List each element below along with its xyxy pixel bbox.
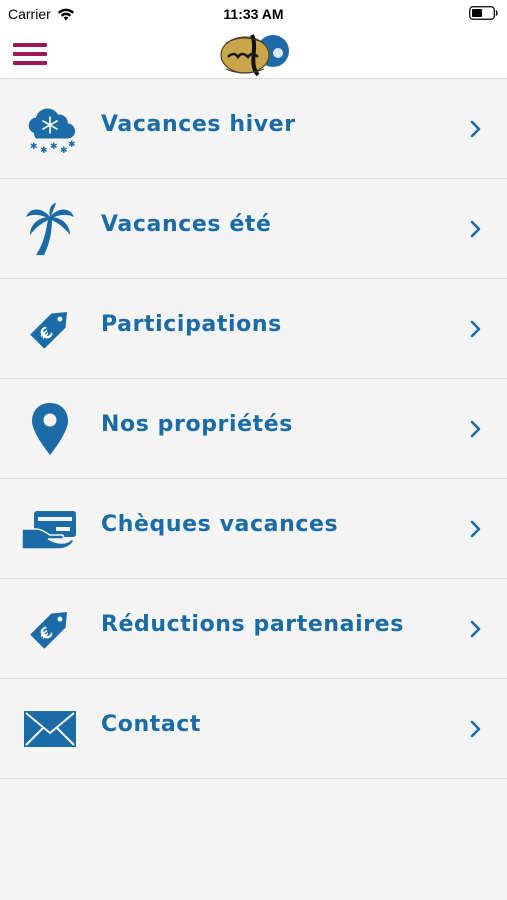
svg-text:✱: ✱ [68,140,76,150]
hamburger-line [13,52,47,56]
menu-item-vacances-hiver[interactable]: ✱ ✱ ✱ ✱ ✱ Vacances hiver [0,79,507,179]
menu-item-nos-proprietes[interactable]: Nos propriétés [0,379,507,479]
palm-tree-icon [22,201,78,257]
status-time: 11:33 AM [223,6,284,22]
menu-item-label: Chèques vacances [101,512,339,537]
battery-icon [469,6,499,23]
chevron-right-icon [470,120,481,138]
chevron-right-icon [470,320,481,338]
snow-cloud-icon: ✱ ✱ ✱ ✱ ✱ [22,101,78,157]
euro-tag-icon: € [22,601,78,657]
chevron-right-icon [470,420,481,438]
hamburger-line [13,61,47,65]
menu-item-label: Contact [101,712,202,737]
card-hand-icon [22,501,78,557]
menu-item-reductions-partenaires[interactable]: € Réductions partenaires [0,579,507,679]
hamburger-menu-button[interactable] [13,39,49,67]
status-bar: Carrier 11:33 AM [0,0,507,28]
menu-item-participations[interactable]: € Participations [0,279,507,379]
svg-text:✱: ✱ [50,142,58,152]
svg-text:✱: ✱ [30,142,38,152]
cce-logo [220,34,289,77]
svg-text:✱: ✱ [60,146,68,155]
hamburger-line [13,43,47,47]
menu-item-label: Participations [101,312,282,337]
envelope-icon [22,701,78,757]
menu-list: ✱ ✱ ✱ ✱ ✱ Vacances hiver Vacances été € … [0,79,507,779]
menu-item-label: Vacances été [101,212,272,237]
menu-item-contact[interactable]: Contact [0,679,507,779]
euro-tag-icon: € [22,301,78,357]
chevron-right-icon [470,720,481,738]
menu-item-label: Vacances hiver [101,112,296,137]
chevron-right-icon [470,620,481,638]
menu-item-cheques-vacances[interactable]: Chèques vacances [0,479,507,579]
nav-bar [0,28,507,79]
chevron-right-icon [470,520,481,538]
menu-item-label: Réductions partenaires [101,612,404,637]
svg-text:✱: ✱ [40,146,48,155]
menu-item-vacances-ete[interactable]: Vacances été [0,179,507,279]
menu-item-label: Nos propriétés [101,412,293,437]
map-pin-icon [22,401,78,457]
chevron-right-icon [470,220,481,238]
